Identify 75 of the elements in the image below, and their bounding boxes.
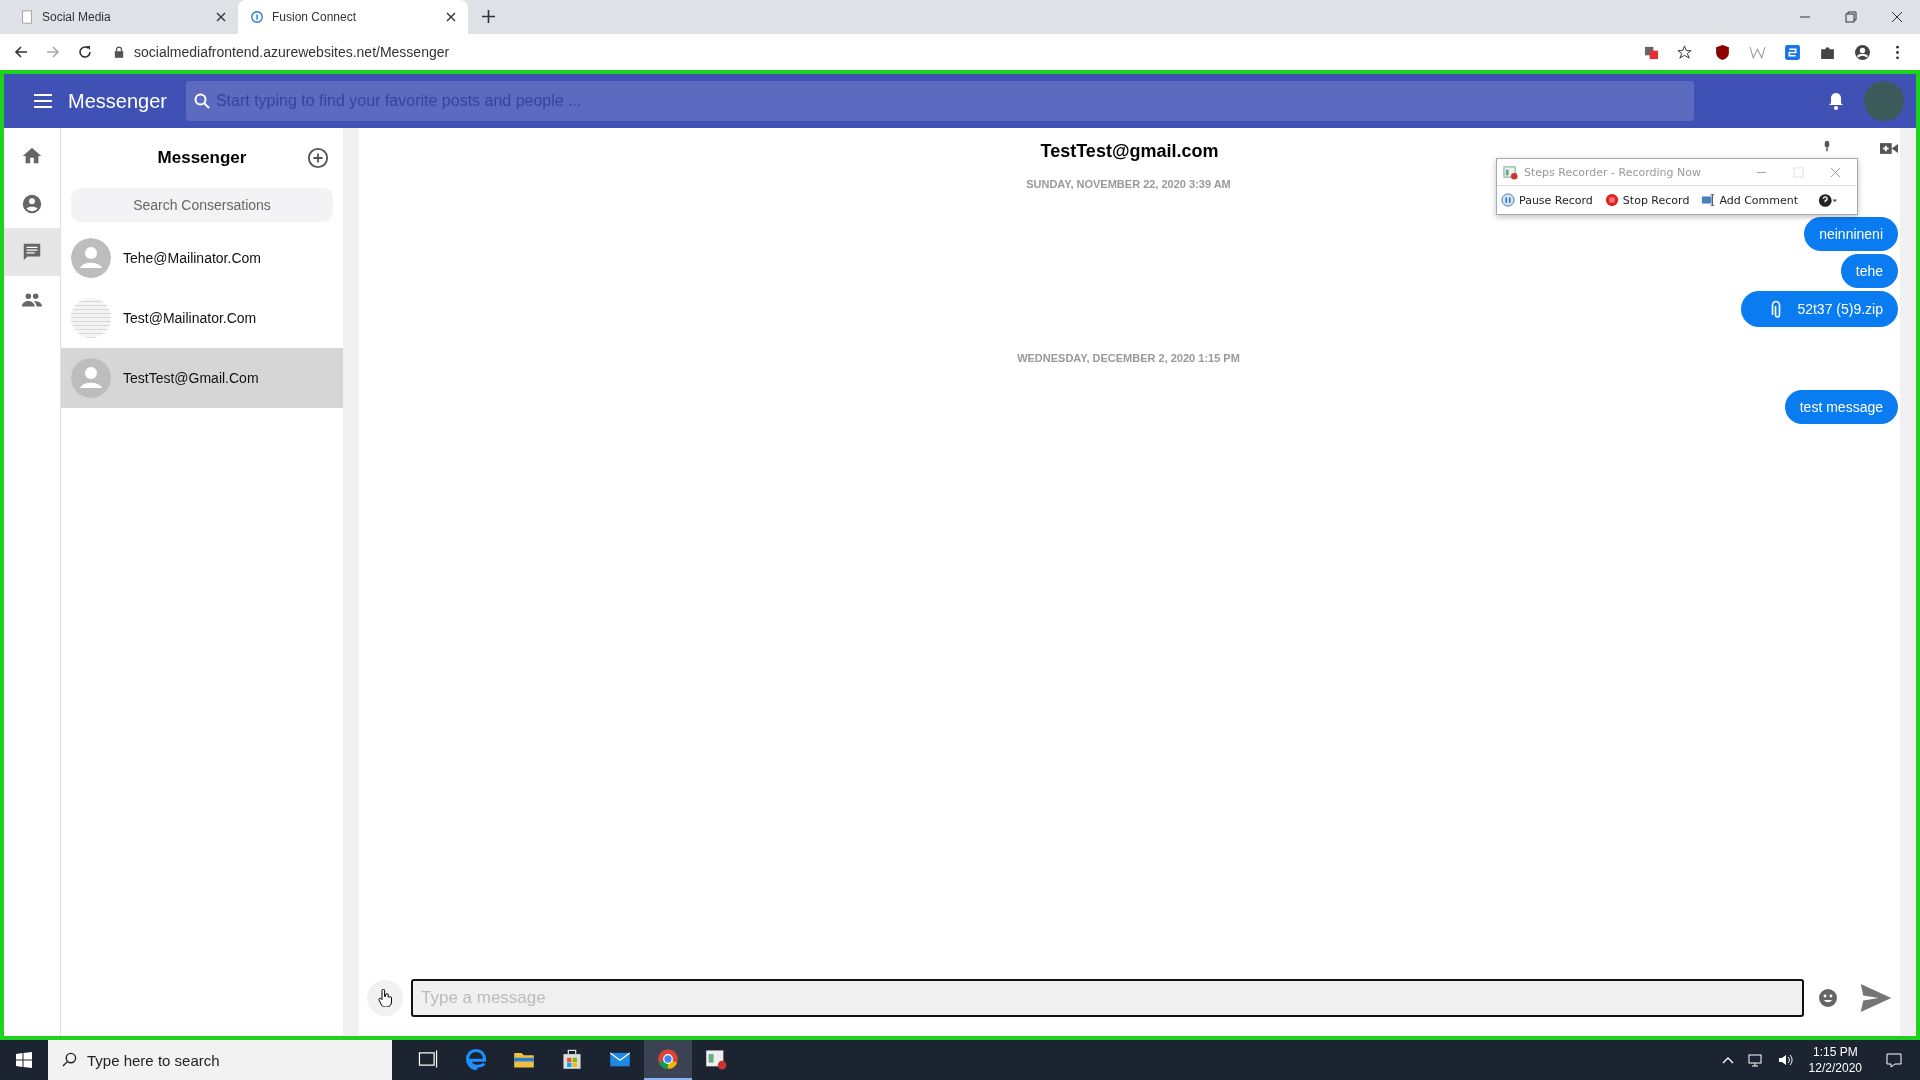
search-icon — [62, 1052, 77, 1067]
close-icon[interactable] — [446, 12, 456, 22]
account-icon[interactable] — [1854, 43, 1871, 61]
paperclip-icon — [1771, 300, 1782, 318]
taskbar-search[interactable]: Type here to search — [48, 1040, 392, 1080]
date-separator: SUNDAY, NOVEMBER 22, 2020 3:39 AM — [1026, 178, 1231, 190]
restore-icon[interactable] — [1845, 11, 1857, 23]
default-avatar-icon — [71, 238, 111, 278]
recorder-button[interactable]: Stop Record — [1604, 193, 1690, 207]
chrome-like-icon — [657, 1048, 679, 1070]
conversation-item[interactable]: TestTest@Gmail.Com — [61, 348, 343, 408]
translate-icon[interactable] — [1644, 44, 1659, 60]
recorder-button[interactable]: Pause Record — [1501, 193, 1593, 207]
message-bubble: tehe — [1840, 254, 1898, 288]
tab-title: Social Media — [42, 10, 112, 24]
message-bubble: neinnineni — [1804, 217, 1898, 251]
conversation-name: Tehe@Mailinator.Com — [123, 250, 261, 266]
windows-logo-icon[interactable] — [16, 1052, 32, 1068]
lock-icon — [114, 46, 124, 58]
account-icon — [21, 193, 43, 215]
video-add-icon[interactable] — [1880, 142, 1898, 155]
recorder-app-icon — [1503, 164, 1518, 180]
page-icon — [20, 10, 34, 24]
bell-icon[interactable] — [1828, 92, 1844, 110]
search-icon — [193, 93, 210, 109]
panel-title: Messenger — [157, 148, 247, 168]
conversation-item[interactable]: Tehe@Mailinator.Com — [61, 228, 343, 288]
browser-e-icon — [465, 1048, 487, 1070]
network-icon[interactable] — [1747, 1052, 1764, 1068]
task-view-icon — [417, 1048, 439, 1070]
page-icon — [250, 10, 264, 24]
shopping-bag-icon — [561, 1048, 583, 1070]
default-avatar-icon — [71, 358, 111, 398]
attach-button[interactable] — [367, 980, 403, 1016]
conversation-item[interactable]: Test@Mailinator.Com — [61, 288, 343, 348]
recorder-app-icon — [705, 1048, 727, 1070]
comment-icon — [1701, 193, 1716, 207]
hand-cursor-icon — [378, 989, 392, 1007]
conversation-name: Test@Mailinator.Com — [123, 310, 257, 326]
chevron-up-icon[interactable] — [1721, 1056, 1734, 1064]
extension-square-icon[interactable] — [1784, 43, 1801, 61]
menu-icon[interactable] — [34, 94, 52, 108]
stop-icon — [1604, 193, 1619, 207]
shield-icon[interactable] — [1714, 43, 1731, 61]
taskbar-clock[interactable]: 1:15 PM 12/2/2020 — [1808, 1044, 1862, 1076]
conversation-name: TestTest@Gmail.Com — [123, 370, 259, 386]
help-icon[interactable] — [1818, 192, 1839, 208]
tab-title: Fusion Connect — [272, 10, 358, 24]
avatar-image — [71, 298, 111, 338]
new-tab-icon[interactable] — [482, 10, 495, 23]
star-icon[interactable] — [1677, 44, 1692, 60]
browser-tab[interactable]: Social Media — [8, 0, 238, 34]
add-circle-icon[interactable] — [307, 147, 329, 169]
speaker-icon[interactable] — [1777, 1052, 1794, 1068]
emoji-icon[interactable] — [1818, 988, 1838, 1008]
back-icon[interactable] — [13, 44, 29, 60]
chat-title: TestTest@gmail.com — [1040, 140, 1219, 162]
date-separator: WEDNESDAY, DECEMBER 2, 2020 1:15 PM — [1017, 352, 1240, 364]
url-text: socialmediafrontend.azurewebsites.net/Messenger — [134, 44, 451, 60]
recorder-button[interactable]: Add Comment — [1701, 193, 1799, 207]
reload-icon[interactable] — [77, 44, 93, 60]
send-icon[interactable] — [1860, 984, 1892, 1012]
close-icon[interactable] — [216, 12, 226, 22]
file-name: 52t37 (5)9.zip — [1797, 301, 1883, 317]
search-field[interactable]: Search Consersations — [71, 188, 333, 222]
pause-icon — [1501, 193, 1515, 207]
message-bubble: test message — [1784, 390, 1898, 424]
file-message-bubble[interactable]: 52t37 (5)9.zip — [1741, 291, 1898, 327]
close-icon[interactable] — [1891, 11, 1903, 23]
notification-icon[interactable] — [1886, 1052, 1902, 1068]
microphone-icon[interactable] — [1824, 140, 1830, 152]
nav-item[interactable] — [4, 228, 60, 276]
browser-tab[interactable]: Fusion Connect — [238, 0, 468, 34]
window-title: Steps Recorder - Recording Now — [1524, 165, 1701, 179]
app-title: Messenger — [68, 89, 167, 113]
